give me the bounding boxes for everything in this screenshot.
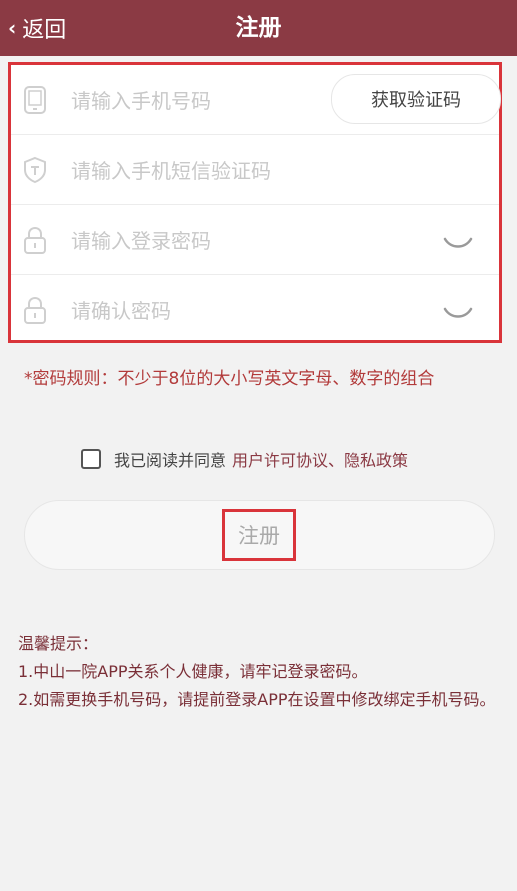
page-title: 注册 [235, 15, 282, 41]
eye-closed-icon[interactable] [443, 305, 473, 321]
get-code-button[interactable]: 获取验证码 [331, 74, 501, 124]
password-rule-text: *密码规则：不少于8位的大小写英文字母、数字的组合 [24, 369, 435, 389]
sms-code-row [11, 135, 499, 205]
tips-title: 温馨提示： [18, 634, 99, 653]
agreement-row: 我已阅读并同意 用户许可协议、隐私政策 [81, 447, 408, 471]
tips-line: 1.中山一院APP关系个人健康，请牢记登录密码。 [18, 662, 368, 681]
tips-section: 温馨提示： 1.中山一院APP关系个人健康，请牢记登录密码。 2.如需更换手机号… [18, 630, 498, 714]
top-bar: ‹ 返回 注册 [0, 0, 517, 56]
phone-row: 获取验证码 [11, 65, 501, 135]
submit-button-label[interactable]: 注册 [222, 509, 296, 561]
sms-code-input[interactable] [69, 149, 323, 193]
registration-form: 获取验证码 [8, 62, 502, 343]
tips-line: 2.如需更换手机号码，请提前登录APP在设置中修改绑定手机号码。 [18, 690, 496, 709]
eye-closed-icon[interactable] [443, 235, 473, 251]
confirm-password-input[interactable] [69, 289, 323, 333]
shield-icon [24, 156, 46, 184]
agreement-prefix: 我已阅读并同意 [114, 451, 227, 470]
password-row [11, 205, 499, 275]
confirm-password-row [11, 275, 499, 345]
lock-icon [24, 296, 46, 324]
agreement-link[interactable]: 用户许可协议、隐私政策 [232, 447, 408, 471]
password-input[interactable] [69, 219, 323, 263]
phone-input[interactable] [69, 79, 323, 123]
phone-icon [24, 86, 46, 114]
agreement-checkbox[interactable] [81, 449, 101, 469]
lock-icon [24, 226, 46, 254]
